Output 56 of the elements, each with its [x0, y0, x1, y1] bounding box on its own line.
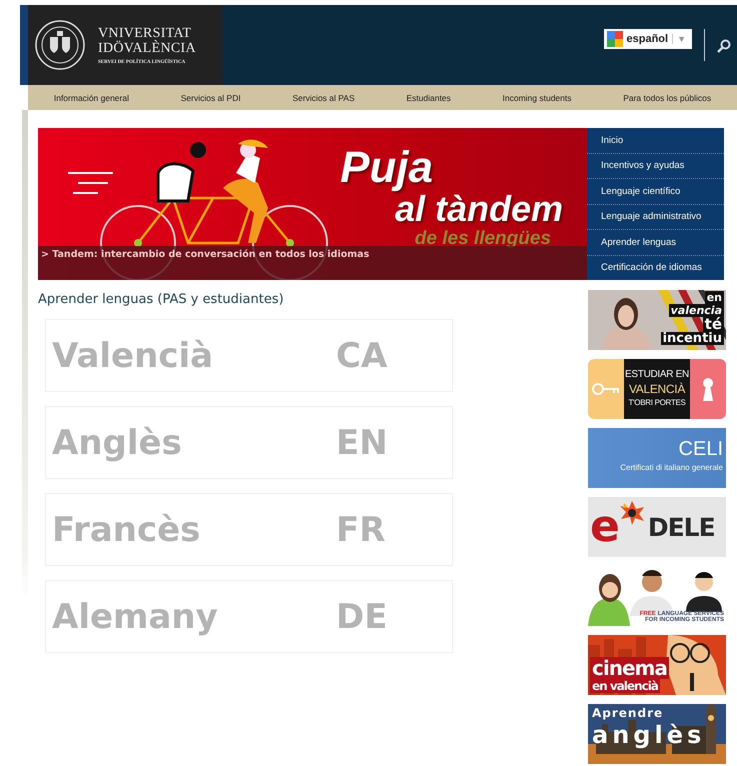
translate-icon [606, 31, 622, 47]
keyhole-icon [702, 377, 714, 401]
language-code: FR [336, 510, 386, 550]
promo-text: ESTUDIAR EN [625, 368, 689, 382]
language-value: español [626, 33, 668, 45]
banner-title: Puja [340, 146, 433, 190]
section-heading: Aprender lenguas (PAS y estudiantes) [38, 292, 285, 307]
key-icon [592, 382, 620, 396]
search-icon[interactable] [717, 39, 731, 53]
promo-banner[interactable]: e DELE [588, 497, 726, 557]
promo-banner[interactable]: Aprendre anglès [588, 704, 726, 764]
flower-icon [620, 501, 644, 525]
promo-text: anglès [592, 720, 706, 750]
nav-link[interactable]: Para todos los públicos [623, 92, 712, 102]
language-name: Valencià [52, 336, 214, 376]
logo-wordmark: IDÖVALÈNCIA [98, 40, 196, 56]
nav-link[interactable]: Servicios al PAS [292, 92, 355, 102]
language-code: EN [336, 422, 388, 462]
menu-item[interactable]: Certificación de idiomas [587, 256, 724, 280]
nav-link[interactable]: Estudiantes [406, 92, 451, 102]
promo-banner[interactable]: cinema en valencià [588, 635, 726, 695]
menu-item[interactable]: Aprender lenguas [587, 230, 724, 256]
menu-item[interactable]: Lenguaje administrativo [587, 204, 724, 230]
banner-caption[interactable]: > Tandem: intercambio de conversación en todos los idiomas [38, 246, 587, 280]
seal-icon [34, 19, 86, 71]
logo-wordmark: VNIVERSITAT [98, 26, 192, 40]
promo-text: VALENCIÀ [628, 382, 686, 396]
menu-item[interactable]: Inicio [587, 128, 724, 154]
promo-text: incentiu [660, 332, 724, 345]
language-name: Alemany [52, 596, 219, 636]
promo-text: en [704, 291, 724, 304]
promo-text: T'OBRI PORTES [628, 397, 686, 409]
menu-item[interactable]: Lenguaje científico [587, 179, 724, 204]
language-name: Anglès [52, 422, 183, 462]
logo-letter: e [590, 505, 620, 549]
promo-text: Aprendre [592, 706, 664, 720]
nav-link[interactable]: Servicios al PDI [180, 92, 241, 102]
promo-text: cinema [590, 657, 669, 679]
language-dropdown[interactable]: español ▼ [604, 29, 692, 49]
promo-text: CELI [678, 438, 723, 460]
promo-banner[interactable]: ESTUDIAR EN VALENCIÀ T'OBRI PORTES [588, 359, 726, 419]
language-code: DE [336, 596, 388, 636]
banner[interactable]: Puja al tàndem de les llengües > Tandem: intercambio de conversación en todos los idiomas [38, 128, 587, 280]
menu-item[interactable]: Incentivos y ayudas [587, 154, 724, 179]
promo-text: Certificati di italiano generale [620, 463, 723, 472]
promo-text: valencia [668, 304, 724, 317]
promo-banner[interactable]: CELI Certificati di italiano generale [588, 428, 726, 488]
promo-text: té [702, 317, 724, 332]
banner-title: al tàndem [394, 190, 563, 228]
nav-link[interactable]: Información general [54, 92, 129, 102]
promo-banner[interactable]: en valencia té incentiu [588, 290, 726, 350]
language-name: Francès [52, 510, 202, 550]
promo-text: DELE [648, 512, 715, 542]
nav-link[interactable]: Incoming students [502, 92, 572, 102]
language-code: CA [336, 336, 388, 376]
promo-text: en valencià [590, 679, 660, 693]
